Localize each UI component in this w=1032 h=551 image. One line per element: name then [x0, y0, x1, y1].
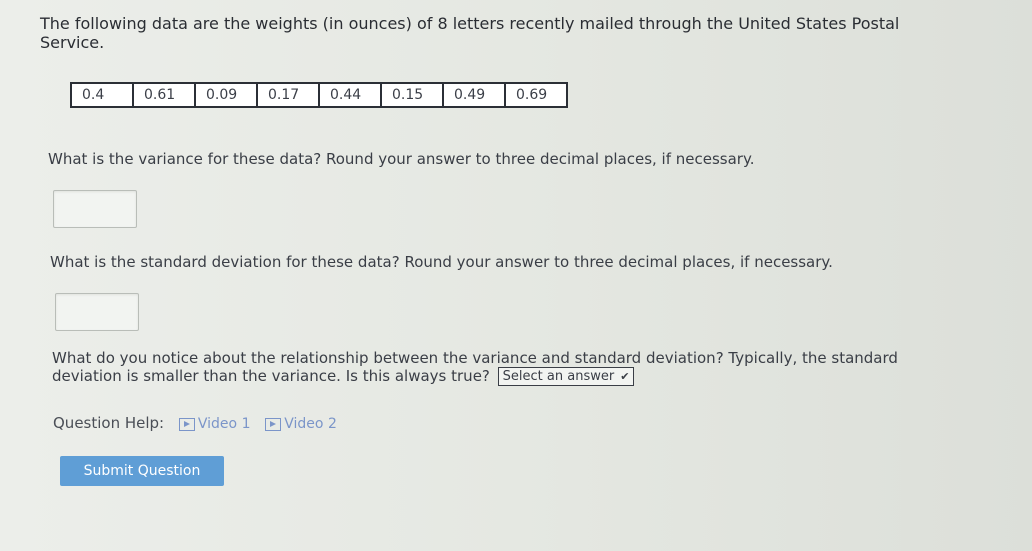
data-cell: 0.17 [256, 82, 320, 108]
answer-select-value: Select an answer [502, 369, 615, 384]
std-dev-answer-input[interactable] [55, 293, 139, 331]
variance-answer-input[interactable] [53, 190, 137, 228]
play-icon [178, 417, 195, 431]
question-help: Question Help: Video 1 Video 2 [53, 414, 337, 432]
variance-question: What is the variance for these data? Rou… [48, 150, 755, 168]
video-2-label: Video 2 [284, 416, 337, 432]
chevron-down-icon: ✔ [620, 370, 630, 383]
data-cell: 0.69 [504, 82, 568, 108]
problem-statement: The following data are the weights (in o… [40, 14, 900, 52]
data-cell: 0.49 [442, 82, 506, 108]
data-cell: 0.4 [70, 82, 134, 108]
data-cell: 0.44 [318, 82, 382, 108]
table-row: 0.4 0.61 0.09 0.17 0.44 0.15 0.49 0.69 [70, 82, 568, 108]
video-1-link[interactable]: Video 1 [178, 416, 251, 432]
video-1-label: Video 1 [197, 416, 251, 432]
play-icon [265, 417, 282, 431]
question-page: The following data are the weights (in o… [0, 0, 1032, 551]
question-help-label: Question Help: [53, 414, 165, 432]
data-cell: 0.09 [194, 82, 258, 108]
relationship-question-text: What do you notice about the relationshi… [52, 349, 898, 385]
relationship-question: What do you notice about the relationshi… [52, 349, 932, 386]
data-cell: 0.61 [132, 82, 196, 108]
answer-select[interactable]: Select an answer ✔ [497, 367, 635, 386]
data-table: 0.4 0.61 0.09 0.17 0.44 0.15 0.49 0.69 [70, 82, 568, 108]
data-cell: 0.15 [380, 82, 444, 108]
std-dev-question: What is the standard deviation for these… [50, 253, 833, 271]
video-2-link[interactable]: Video 2 [265, 416, 337, 432]
submit-question-button[interactable]: Submit Question [60, 456, 224, 486]
